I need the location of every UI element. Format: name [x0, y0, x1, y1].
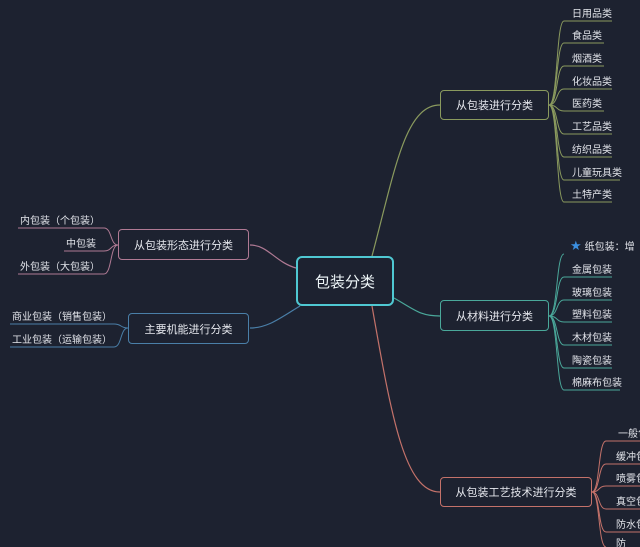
- leaf-function-1[interactable]: 商业包装（销售包装）: [12, 311, 112, 325]
- leaf-technique-3[interactable]: 喷雾包: [616, 473, 640, 487]
- branch-form[interactable]: 从包装形态进行分类: [118, 229, 249, 260]
- leaf-technique-2[interactable]: 缓冲包: [616, 451, 640, 465]
- leaf-product-2[interactable]: 食品类: [572, 30, 602, 44]
- leaf-material-6[interactable]: 棉麻布包装: [572, 377, 622, 391]
- leaf-material-2[interactable]: 玻璃包装: [572, 287, 612, 301]
- leaf-form-2[interactable]: 中包装: [66, 238, 96, 252]
- leaf-product-1[interactable]: 日用品类: [572, 8, 612, 22]
- leaf-technique-6[interactable]: 防: [616, 538, 626, 547]
- leaf-material-3[interactable]: 塑料包装: [572, 309, 612, 323]
- branch-product[interactable]: 从包装进行分类: [440, 90, 549, 120]
- leaf-material-5[interactable]: 陶瓷包装: [572, 355, 612, 369]
- leaf-material-starred-label: 纸包装：增: [584, 242, 635, 253]
- leaf-material-1[interactable]: 金属包装: [572, 264, 612, 278]
- leaf-material-starred[interactable]: ★ 纸包装：增: [570, 240, 635, 255]
- connector-root-form: [249, 244, 297, 269]
- leaf-product-3[interactable]: 烟酒类: [572, 53, 602, 67]
- connector-root-product: [371, 104, 441, 257]
- connector-root-technique: [371, 305, 441, 493]
- leaf-form-3[interactable]: 外包装（大包装）: [20, 261, 100, 275]
- star-icon: ★: [570, 239, 582, 254]
- leaf-technique-1[interactable]: 一般包: [618, 428, 640, 442]
- mindmap-canvas: 包装分类 从包装进行分类 从材料进行分类 从包装工艺技术进行分类 从包装形态进行…: [0, 0, 640, 547]
- root-node[interactable]: 包装分类: [296, 256, 394, 306]
- connector-root-function: [249, 305, 301, 329]
- leaf-product-8[interactable]: 儿童玩具类: [572, 167, 622, 181]
- leaf-product-6[interactable]: 工艺品类: [572, 121, 612, 135]
- leaf-product-5[interactable]: 医药类: [572, 98, 602, 112]
- leaf-material-4[interactable]: 木材包装: [572, 332, 612, 346]
- branch-technique[interactable]: 从包装工艺技术进行分类: [440, 477, 592, 507]
- leaf-form-1[interactable]: 内包装（个包装）: [20, 215, 100, 229]
- leaf-technique-4[interactable]: 真空包: [616, 496, 640, 510]
- leaf-function-2[interactable]: 工业包装（运输包装）: [12, 334, 112, 348]
- leaf-product-7[interactable]: 纺织品类: [572, 144, 612, 158]
- leaf-technique-5[interactable]: 防水包: [616, 519, 640, 533]
- branch-material[interactable]: 从材料进行分类: [440, 300, 549, 331]
- leaf-product-9[interactable]: 土特产类: [572, 189, 612, 203]
- branch-function[interactable]: 主要机能进行分类: [128, 313, 249, 344]
- connector-root-material: [393, 297, 441, 317]
- leaf-product-4[interactable]: 化妆品类: [572, 76, 612, 90]
